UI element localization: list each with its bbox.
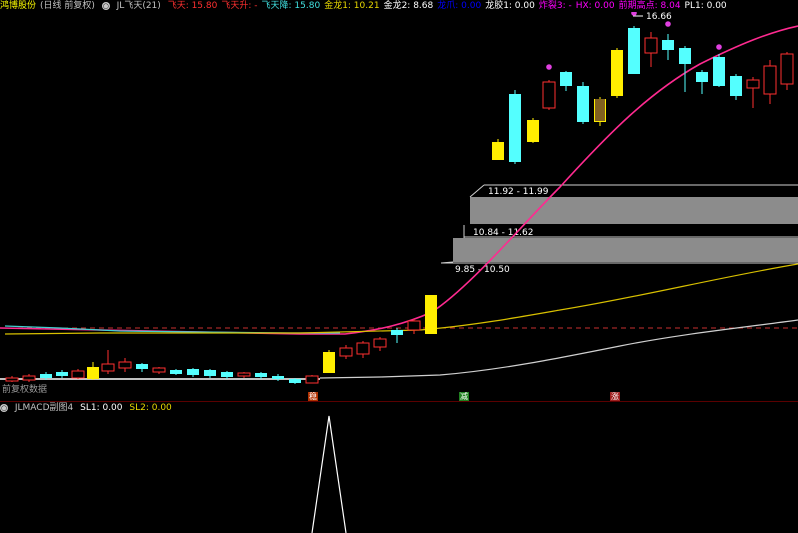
indicator-value-4: 金龙2: 8.68	[383, 1, 434, 11]
candle-body[interactable]	[763, 65, 777, 95]
zone1-label: 11.92 - 11.99	[488, 187, 549, 197]
indicator-value-0: 飞天: 15.80	[167, 1, 218, 11]
candle-body[interactable]	[628, 28, 640, 74]
candle-body[interactable]	[187, 369, 199, 375]
sl2-value: SL2: 0.00	[129, 403, 172, 413]
candle-body[interactable]	[780, 53, 794, 85]
candle-body[interactable]	[407, 320, 421, 331]
indicator-value-9: 前期高点: 8.04	[618, 1, 681, 11]
indicator-settings-icon[interactable]: ○	[101, 1, 110, 10]
sub-indicator-chart[interactable]	[0, 414, 798, 533]
stock-title[interactable]: 鸿博股份	[0, 0, 36, 12]
zone-rect-2	[453, 238, 798, 262]
candle-body[interactable]	[71, 370, 85, 379]
zone-rect-1	[470, 197, 798, 224]
sub-panel-header: ○ JLMACD副图4 SL1: 0.00 SL2: 0.00	[0, 402, 176, 414]
signal-dot	[716, 44, 722, 50]
candle-body[interactable]	[237, 372, 251, 377]
candle-body[interactable]	[170, 370, 182, 374]
candle-body[interactable]	[373, 338, 387, 348]
candle-body[interactable]	[101, 363, 115, 372]
candle-body[interactable]	[305, 375, 319, 384]
candle-body[interactable]	[289, 379, 301, 383]
candle-body[interactable]	[425, 295, 437, 334]
sub-indicator-name[interactable]: JLMACD副图4	[15, 403, 73, 413]
sl1-value: SL1: 0.00	[80, 403, 123, 413]
candle-body[interactable]	[713, 57, 725, 86]
candle-body[interactable]	[339, 347, 353, 357]
candle-body[interactable]	[152, 367, 166, 373]
candle-body[interactable]	[542, 81, 556, 109]
candle-body[interactable]	[136, 364, 148, 369]
indicator-value-5: 龙爪: 0.00	[437, 1, 482, 11]
candle-body[interactable]	[696, 72, 708, 82]
candle-body[interactable]	[527, 120, 539, 142]
zone3-label: 9.85 - 10.50	[455, 265, 510, 275]
sub-settings-icon[interactable]: ○	[0, 403, 8, 412]
indicator-name[interactable]: JL飞天(21)	[117, 0, 161, 12]
indicator-value-2: 飞天降: 15.80	[261, 1, 321, 11]
candle-body[interactable]	[5, 377, 19, 382]
indicator-header: 鸿博股份 (日线 前复权) ○ JL飞天(21) 飞天: 15.80 飞天升: -飞…	[0, 0, 798, 12]
candle-body[interactable]	[662, 40, 674, 50]
candle-body[interactable]	[118, 361, 132, 369]
main-price-chart[interactable]: 11.92 - 11.99 10.84 - 11.62 9.85 - 10.50…	[0, 12, 798, 402]
zone-leader-1	[469, 184, 485, 198]
peak-price-label: 16.66	[646, 12, 672, 22]
indicator-value-6: 龙胶1: 0.00	[485, 1, 535, 11]
period-label: (日线 前复权)	[40, 1, 95, 11]
candle-body[interactable]	[391, 330, 403, 335]
signal-dot	[665, 21, 671, 27]
signal-dot	[546, 64, 552, 70]
ma-white-line	[319, 319, 798, 379]
candle-overlay	[595, 99, 605, 121]
candle-body[interactable]	[356, 342, 370, 355]
candle-body[interactable]	[679, 48, 691, 64]
candle-body[interactable]	[611, 50, 623, 96]
candle-body[interactable]	[560, 72, 572, 86]
indicator-values: 飞天: 15.80 飞天升: - 飞天降: 15.80 金龙1: 10.21 金龙2: …	[168, 0, 731, 12]
candle-body[interactable]	[221, 372, 233, 377]
sub-spike-line	[311, 415, 347, 533]
candle-body[interactable]	[577, 86, 589, 122]
candle-body[interactable]	[492, 142, 504, 160]
candle-body[interactable]	[730, 76, 742, 96]
indicator-value-3: 金龙1: 10.21	[324, 1, 380, 11]
candle-body[interactable]	[644, 37, 658, 54]
candle-body[interactable]	[272, 376, 284, 379]
candle-body[interactable]	[509, 94, 521, 162]
candle-body[interactable]	[56, 372, 68, 376]
signal-dot	[631, 12, 637, 16]
candle-body[interactable]	[323, 352, 335, 373]
zone2-label: 10.84 - 11.62	[473, 228, 534, 238]
candle-body[interactable]	[40, 374, 52, 378]
candle-body[interactable]	[22, 375, 36, 381]
candle-body[interactable]	[255, 373, 267, 377]
left-data-label: 前复权数据	[2, 385, 48, 395]
candle-body[interactable]	[87, 367, 99, 379]
indicator-value-10: PL1: 0.00	[684, 1, 727, 11]
indicator-value-7: 炸裂3: -	[538, 1, 572, 11]
indicator-value-1: 飞天升: -	[221, 1, 258, 11]
candle-body[interactable]	[204, 370, 216, 376]
candle-body[interactable]	[746, 79, 760, 89]
indicator-value-8: HX: 0.00	[575, 1, 615, 11]
